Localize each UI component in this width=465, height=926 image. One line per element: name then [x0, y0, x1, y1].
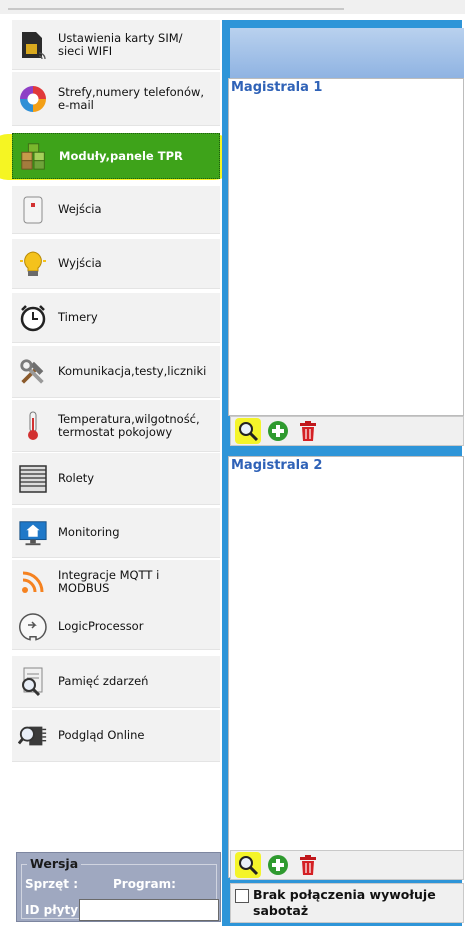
- board-id-field[interactable]: [79, 899, 219, 921]
- zones-pie-icon: [18, 83, 48, 115]
- right-header-bar: [230, 28, 464, 78]
- magistrala-2-toolbar: [230, 850, 464, 880]
- online-preview-icon: [18, 720, 48, 752]
- magistrala-1-toolbar: [230, 416, 464, 446]
- version-panel: Wersja Sprzęt : Program: ID płyty: [16, 852, 221, 922]
- search-button[interactable]: [235, 852, 261, 878]
- trash-icon: [300, 421, 316, 441]
- version-title: Wersja: [27, 856, 82, 871]
- lightbulb-icon: [18, 248, 48, 280]
- hardware-label: Sprzęt :: [25, 877, 78, 891]
- sidebar-item-label: Temperatura,wilgotność, termostat pokojo…: [58, 411, 200, 439]
- sidebar-item-event-memory[interactable]: Pamięć zdarzeń: [12, 656, 220, 708]
- magistrala-1-panel: Magistrala 1: [228, 78, 464, 416]
- sidebar-item-label: Komunikacja,testy,liczniki: [58, 364, 207, 378]
- sidebar-item-label: Ustawienia karty SIM/ sieci WIFI: [58, 30, 183, 58]
- sidebar-item-label: Wejścia: [58, 202, 102, 216]
- magistrala-2-title: Magistrala 2: [231, 458, 323, 473]
- sidebar-item-modules[interactable]: Moduły,panele TPR: [12, 133, 220, 179]
- tamper-checkbox[interactable]: [235, 889, 249, 903]
- tamper-checkbox-label: Brak połączenia wywołuje sabotaż: [253, 887, 436, 918]
- trash-icon: [300, 855, 316, 875]
- monitor-house-icon: [18, 517, 48, 549]
- sidebar-item-label: Integracje MQTT i MODBUS: [58, 568, 160, 595]
- search-button[interactable]: [235, 418, 261, 444]
- sidebar-item-label: Rolety: [58, 471, 95, 485]
- logic-processor-icon: [18, 611, 48, 643]
- top-strip: [0, 0, 465, 14]
- add-button[interactable]: [265, 852, 291, 878]
- sidebar-item-online-preview[interactable]: Podgląd Online: [12, 710, 220, 762]
- sidebar-item-label: Timery: [58, 310, 98, 324]
- board-id-label: ID płyty: [25, 903, 79, 917]
- sidebar-item-label: Podgląd Online: [58, 728, 145, 742]
- sidebar-item-label: Pamięć zdarzeń: [58, 674, 149, 688]
- delete-button[interactable]: [295, 418, 321, 444]
- sidebar-item-monitoring[interactable]: Monitoring: [12, 508, 220, 558]
- sidebar-item-temperature[interactable]: Temperatura,wilgotność, termostat pokojo…: [12, 400, 220, 452]
- plus-circle-icon: [268, 855, 288, 875]
- sidebar-item-label: LogicProcessor: [58, 619, 144, 633]
- plus-circle-icon: [268, 421, 288, 441]
- rss-icon: [18, 566, 48, 598]
- sidebar-item-label: Wyjścia: [58, 256, 102, 270]
- alarm-clock-icon: [18, 302, 48, 334]
- sidebar-item-shutters[interactable]: Rolety: [12, 453, 220, 505]
- sensor-icon: [18, 194, 48, 226]
- sidebar-item-outputs[interactable]: Wyjścia: [12, 239, 220, 289]
- magistrala-1-title: Magistrala 1: [231, 80, 323, 95]
- tamper-checkbox-row: Brak połączenia wywołuje sabotaż: [230, 883, 464, 923]
- sidebar-item-zones[interactable]: Strefy,numery telefonów, e-mail: [12, 72, 220, 126]
- magnifier-icon: [239, 856, 259, 876]
- add-button[interactable]: [265, 418, 291, 444]
- program-label: Program:: [113, 877, 176, 891]
- modules-cubes-icon: [19, 140, 49, 172]
- sidebar-item-timers[interactable]: Timery: [12, 293, 220, 343]
- sim-wifi-icon: [18, 29, 48, 61]
- sidebar-item-logic-processor[interactable]: LogicProcessor: [12, 604, 220, 650]
- top-divider: [8, 8, 344, 10]
- magnifier-icon: [239, 422, 259, 442]
- thermometer-icon: [18, 410, 48, 442]
- sidebar-item-sim-wifi[interactable]: Ustawienia karty SIM/ sieci WIFI: [12, 20, 220, 70]
- event-memory-icon: [18, 666, 48, 698]
- sidebar-item-communication[interactable]: Komunikacja,testy,liczniki: [12, 346, 220, 398]
- sidebar-item-label: Moduły,panele TPR: [59, 148, 183, 163]
- magistrala-2-panel: Magistrala 2: [228, 456, 464, 878]
- sidebar-item-label: Strefy,numery telefonów, e-mail: [58, 84, 205, 112]
- sidebar-item-integrations[interactable]: Integracje MQTT i MODBUS: [12, 560, 220, 605]
- sidebar-item-inputs[interactable]: Wejścia: [12, 186, 220, 234]
- shutter-icon: [18, 463, 48, 495]
- tools-icon: [18, 356, 48, 388]
- delete-button[interactable]: [295, 852, 321, 878]
- sidebar-item-label: Monitoring: [58, 525, 120, 539]
